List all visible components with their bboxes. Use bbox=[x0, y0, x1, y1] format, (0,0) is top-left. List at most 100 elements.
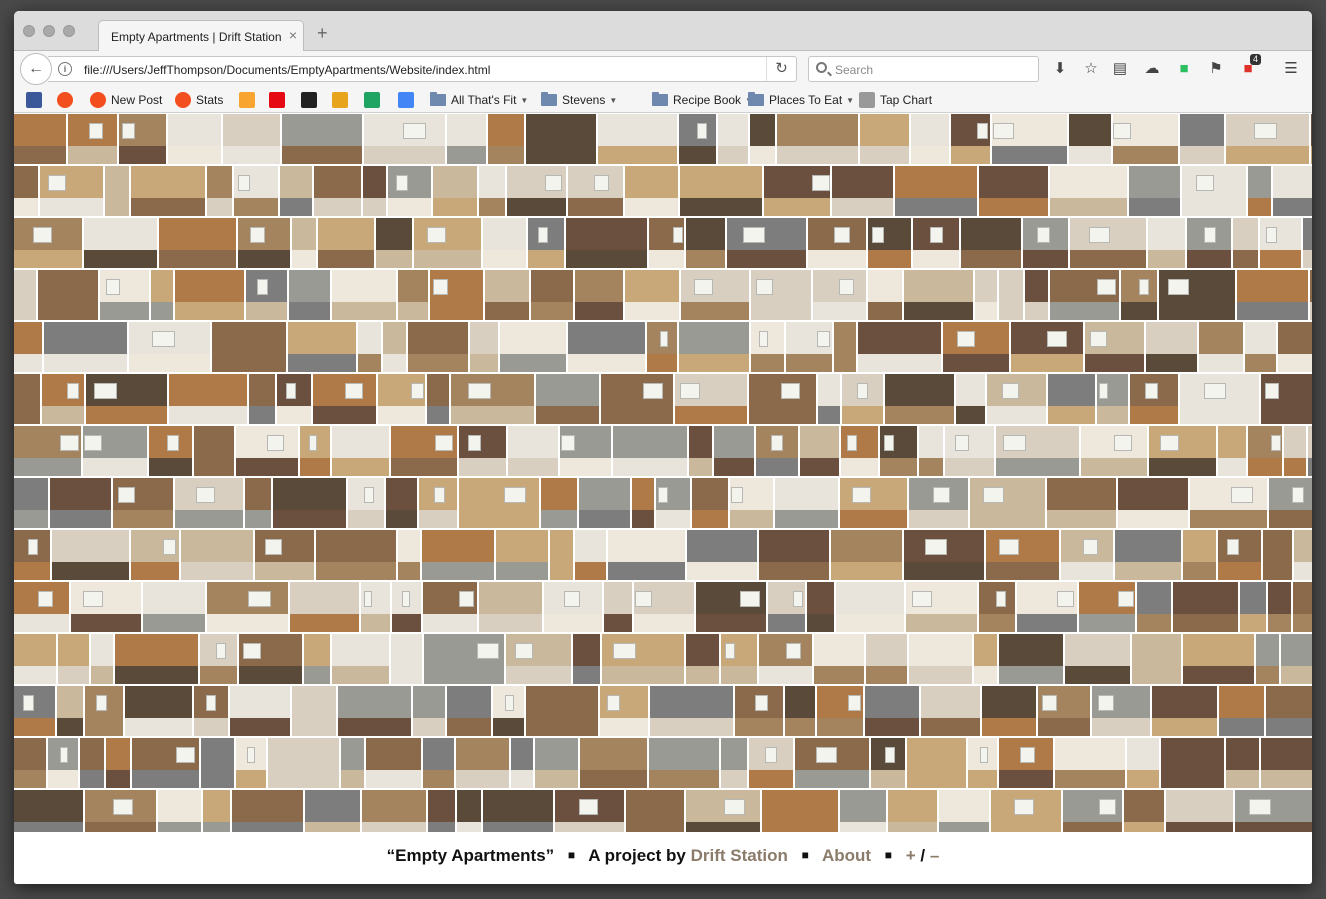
apartment-photo[interactable] bbox=[44, 322, 127, 372]
apartment-photo[interactable] bbox=[604, 582, 632, 632]
apartment-photo[interactable] bbox=[866, 634, 907, 684]
apartment-photo[interactable] bbox=[273, 478, 346, 528]
apartment-photo[interactable] bbox=[288, 322, 356, 372]
apartment-photo[interactable] bbox=[378, 374, 425, 424]
apartment-photo[interactable] bbox=[289, 270, 330, 320]
apartment-photo[interactable] bbox=[907, 738, 966, 788]
apartment-photo[interactable] bbox=[762, 790, 838, 832]
apartment-photo[interactable] bbox=[921, 686, 980, 736]
apartment-photo[interactable] bbox=[80, 738, 104, 788]
apartment-photo[interactable] bbox=[413, 686, 445, 736]
tab-active[interactable]: Empty Apartments | Drift Station × bbox=[98, 20, 304, 51]
apartment-photo[interactable] bbox=[939, 790, 989, 832]
apartment-photo[interactable] bbox=[751, 322, 784, 372]
apartment-photo[interactable] bbox=[100, 270, 149, 320]
apartment-photo[interactable] bbox=[727, 218, 806, 268]
apartment-photo[interactable] bbox=[996, 426, 1079, 476]
apartment-photo[interactable] bbox=[888, 790, 937, 832]
bookmark-item[interactable]: Tap Chart bbox=[859, 91, 932, 109]
apartment-photo[interactable] bbox=[1293, 582, 1312, 632]
apartment-photo[interactable] bbox=[868, 218, 911, 268]
apartment-photo[interactable] bbox=[84, 218, 157, 268]
apartment-photo[interactable] bbox=[1113, 114, 1178, 164]
apartment-photo[interactable] bbox=[1294, 530, 1312, 580]
bookmark-item[interactable] bbox=[301, 91, 322, 109]
apartment-photo[interactable] bbox=[332, 634, 389, 684]
apartment-photo[interactable] bbox=[175, 270, 244, 320]
apartment-photo[interactable] bbox=[14, 478, 48, 528]
apartment-photo[interactable] bbox=[1308, 426, 1312, 476]
apartment-photo[interactable] bbox=[714, 426, 754, 476]
apartment-photo[interactable] bbox=[424, 634, 504, 684]
apartment-photo[interactable] bbox=[1124, 790, 1164, 832]
apartment-photo[interactable] bbox=[613, 426, 687, 476]
apartment-photo[interactable] bbox=[904, 530, 984, 580]
apartment-photo[interactable] bbox=[223, 114, 280, 164]
menu-icon[interactable]: ☰ bbox=[1282, 60, 1300, 78]
apartment-photo[interactable] bbox=[14, 322, 42, 372]
apartment-photo[interactable] bbox=[650, 686, 733, 736]
apartment-photo[interactable] bbox=[909, 634, 972, 684]
apartment-photo[interactable] bbox=[42, 374, 84, 424]
apartment-photo[interactable] bbox=[885, 374, 954, 424]
bookmark-item[interactable] bbox=[269, 91, 290, 109]
apartment-photo[interactable] bbox=[1183, 634, 1254, 684]
apartment-photo[interactable] bbox=[1235, 790, 1312, 832]
apartment-photo[interactable] bbox=[895, 166, 977, 216]
apartment-photo[interactable] bbox=[300, 426, 330, 476]
apartment-photo[interactable] bbox=[493, 686, 524, 736]
apartment-photo[interactable] bbox=[1261, 738, 1312, 788]
apartment-photo[interactable] bbox=[1183, 530, 1216, 580]
apartment-photo[interactable] bbox=[1023, 218, 1068, 268]
apartment-photo[interactable] bbox=[1281, 634, 1312, 684]
apartment-photo[interactable] bbox=[1047, 478, 1116, 528]
apartment-photo[interactable] bbox=[282, 114, 362, 164]
apartment-photo[interactable] bbox=[1261, 374, 1312, 424]
apartment-photo[interactable] bbox=[314, 166, 361, 216]
apartment-photo[interactable] bbox=[207, 582, 288, 632]
apartment-photo[interactable] bbox=[506, 634, 571, 684]
apartment-photo[interactable] bbox=[392, 582, 421, 632]
url-bar[interactable]: i file:///Users/JeffThompson/Documents/E… bbox=[48, 56, 797, 82]
apartment-photo[interactable] bbox=[14, 582, 69, 632]
apartment-photo[interactable] bbox=[362, 790, 426, 832]
apartment-photo[interactable] bbox=[974, 634, 997, 684]
search-input[interactable]: Search bbox=[808, 56, 1039, 82]
apartment-photo[interactable] bbox=[132, 738, 199, 788]
apartment-photo[interactable] bbox=[634, 582, 694, 632]
drift-station-link[interactable]: Drift Station bbox=[691, 846, 788, 865]
apartment-photo[interactable] bbox=[1245, 322, 1276, 372]
bookmark-item[interactable] bbox=[398, 91, 419, 109]
apartment-photo[interactable] bbox=[868, 270, 902, 320]
apartment-photo[interactable] bbox=[488, 114, 524, 164]
apartment-photo[interactable] bbox=[961, 218, 1021, 268]
apartment-photo[interactable] bbox=[1048, 374, 1095, 424]
apartment-photo[interactable] bbox=[1218, 530, 1261, 580]
apartment-photo[interactable] bbox=[943, 322, 1009, 372]
apartment-photo[interactable] bbox=[1187, 218, 1231, 268]
apartment-photo[interactable] bbox=[568, 166, 623, 216]
apartment-photo[interactable] bbox=[764, 166, 830, 216]
apartment-photo[interactable] bbox=[865, 686, 919, 736]
apartment-photo[interactable] bbox=[1161, 738, 1224, 788]
apartment-photo[interactable] bbox=[338, 686, 411, 736]
pin-icon[interactable]: ⚑ bbox=[1207, 60, 1225, 78]
apartment-photo[interactable] bbox=[316, 530, 396, 580]
apartment-photo[interactable] bbox=[58, 634, 89, 684]
apartment-photo[interactable] bbox=[626, 790, 684, 832]
apartment-photo[interactable] bbox=[1182, 166, 1246, 216]
apartment-photo[interactable] bbox=[500, 322, 566, 372]
about-link[interactable]: About bbox=[822, 846, 871, 865]
apartment-photo[interactable] bbox=[14, 634, 56, 684]
apartment-photo[interactable] bbox=[125, 686, 192, 736]
apartment-photo[interactable] bbox=[159, 218, 236, 268]
apartment-photo[interactable] bbox=[1069, 114, 1111, 164]
apartment-photo[interactable] bbox=[427, 374, 449, 424]
apartment-photo[interactable] bbox=[999, 738, 1053, 788]
apartment-photo[interactable] bbox=[14, 374, 40, 424]
apartment-photo[interactable] bbox=[292, 686, 336, 736]
apartment-photo[interactable] bbox=[14, 530, 50, 580]
apartment-photo[interactable] bbox=[1237, 270, 1308, 320]
apartment-photo[interactable] bbox=[376, 218, 412, 268]
apartment-photo[interactable] bbox=[419, 478, 457, 528]
